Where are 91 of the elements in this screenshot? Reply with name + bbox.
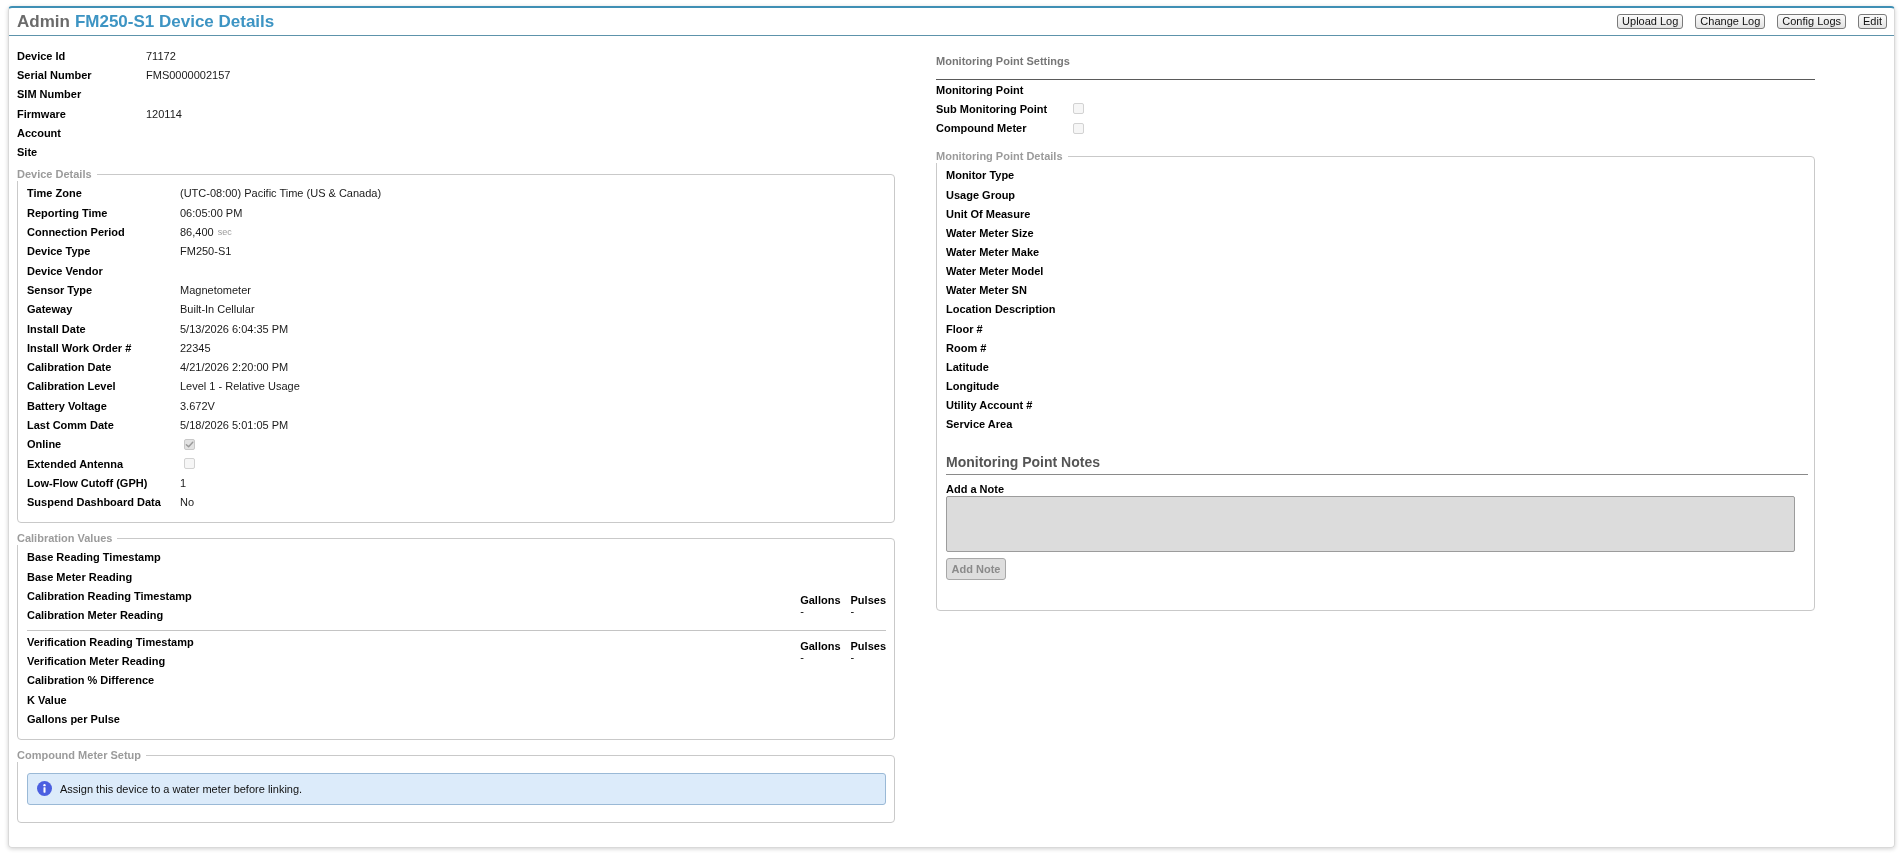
reading-value: - (850, 651, 856, 663)
field-label: Install Date (27, 322, 87, 335)
field-label: Floor # (946, 322, 983, 335)
field-value: 71172 (146, 49, 176, 62)
field-label: Calibration % Difference (27, 674, 155, 687)
field-label: Firmware (17, 107, 67, 120)
field-label: Location Description (946, 303, 1056, 316)
field-label: Calibration Reading Timestamp (27, 590, 192, 603)
field-label: Water Meter Size (946, 226, 1034, 239)
toolbar-button[interactable]: Config Logs (1777, 14, 1847, 29)
field-label: Monitor Type (946, 169, 1015, 182)
field-label: Water Meter Make (946, 246, 1040, 258)
section-legend: Device Details (17, 167, 97, 181)
section-heading: Monitoring Point Notes (946, 453, 1808, 475)
field-label: Site (17, 146, 39, 159)
column-header: Gallons (800, 595, 841, 607)
field-label: Time Zone (27, 187, 83, 200)
checkmark-icon (185, 439, 194, 449)
field-label: Add a Note (946, 482, 1006, 496)
section-legend: Monitoring Point Details (936, 149, 1068, 163)
field-label: Last Comm Date (27, 419, 115, 431)
field-label: Monitoring Point (936, 83, 1025, 96)
field-value: Level 1 - Relative Usage (180, 380, 300, 393)
toolbar-button[interactable]: Change Log (1695, 14, 1766, 29)
field-label: Extended Antenna (27, 457, 125, 470)
info-icon (37, 781, 52, 796)
field-label: K Value (27, 693, 67, 706)
page-title: FM250-S1 Device Details (74, 11, 275, 32)
admin-label: Admin (17, 11, 70, 32)
field-label: SIM Number (17, 88, 83, 101)
field-value: 5/13/2026 6:04:35 PM (180, 322, 289, 335)
field-label: Base Reading Timestamp (27, 551, 161, 564)
field-label: Low-Flow Cutoff (GPH) (27, 476, 149, 489)
field-label: Account (17, 126, 62, 139)
field-label: Battery Voltage (27, 399, 108, 412)
field-value: No (180, 496, 195, 509)
field-label: Sensor Type (27, 283, 94, 296)
field-label: Serial Number (17, 68, 93, 81)
field-value: 22345 (180, 341, 211, 354)
field-label: Gallons per Pulse (27, 712, 120, 725)
column-header: Pulses (850, 595, 886, 607)
field-label: Room # (946, 341, 987, 354)
field-label: Usage Group (946, 188, 1016, 201)
field-label: Reporting Time (27, 206, 109, 219)
reading-value: - (800, 651, 805, 663)
reading-value: - (850, 606, 856, 618)
field-label: Gateway (27, 303, 74, 316)
unit-label: sec (217, 227, 232, 237)
field-label: Verification Meter Reading (27, 654, 166, 667)
field-value: 120114 (146, 107, 182, 120)
field-label: Base Meter Reading (27, 570, 133, 583)
field-value: FMS0000002157 (146, 68, 231, 81)
field-label: Water Meter SN (946, 284, 1027, 297)
section-heading: Monitoring Point Settings (936, 55, 1815, 80)
toolbar-button[interactable]: Upload Log (1617, 14, 1684, 29)
field-label: Longitude (946, 380, 1000, 392)
field-label: Device Id (17, 49, 67, 62)
field-label: Connection Period (27, 226, 126, 238)
section-legend: Compound Meter Setup (17, 748, 147, 762)
field-label: Latitude (946, 360, 989, 373)
field-value: 86,400 (180, 226, 214, 238)
field-value: 5/18/2026 5:01:05 PM (180, 419, 289, 431)
field-value: FM250-S1 (180, 245, 232, 258)
field-label: Sub Monitoring Point (936, 102, 1049, 115)
field-label: Calibration Date (27, 361, 113, 374)
field-label: Utility Account # (946, 399, 1033, 412)
column-header: Gallons (800, 640, 841, 652)
field-value: (UTC-08:00) Pacific Time (US & Canada) (180, 187, 382, 200)
field-value: Built-In Cellular (180, 303, 255, 316)
field-value: 4/21/2026 2:20:00 PM (180, 361, 289, 374)
column-header: Pulses (850, 640, 886, 652)
field-value: 3.672V (180, 399, 215, 412)
section-legend: Calibration Values (17, 531, 118, 545)
field-label: Compound Meter (936, 122, 1028, 135)
field-label: Device Type (27, 245, 92, 258)
field-label: Suspend Dashboard Data (27, 496, 162, 509)
alert-message: Assign this device to a water meter before linking. (60, 782, 303, 795)
field-value: 06:05:00 PM (180, 206, 243, 219)
field-label: Device Vendor (27, 264, 104, 277)
reading-value: - (800, 606, 805, 618)
field-value: Magnetometer (180, 283, 251, 296)
field-label: Calibration Level (27, 380, 117, 393)
toolbar-button[interactable]: Edit (1858, 14, 1887, 29)
field-label: Calibration Meter Reading (27, 609, 164, 622)
field-label: Water Meter Model (946, 265, 1044, 278)
field-label: Install Work Order # (27, 341, 133, 354)
field-label: Online (27, 438, 63, 451)
field-label: Service Area (946, 418, 1013, 431)
field-label: Verification Reading Timestamp (27, 635, 194, 648)
field-value: 1 (180, 476, 187, 489)
field-label: Unit Of Measure (946, 207, 1031, 220)
